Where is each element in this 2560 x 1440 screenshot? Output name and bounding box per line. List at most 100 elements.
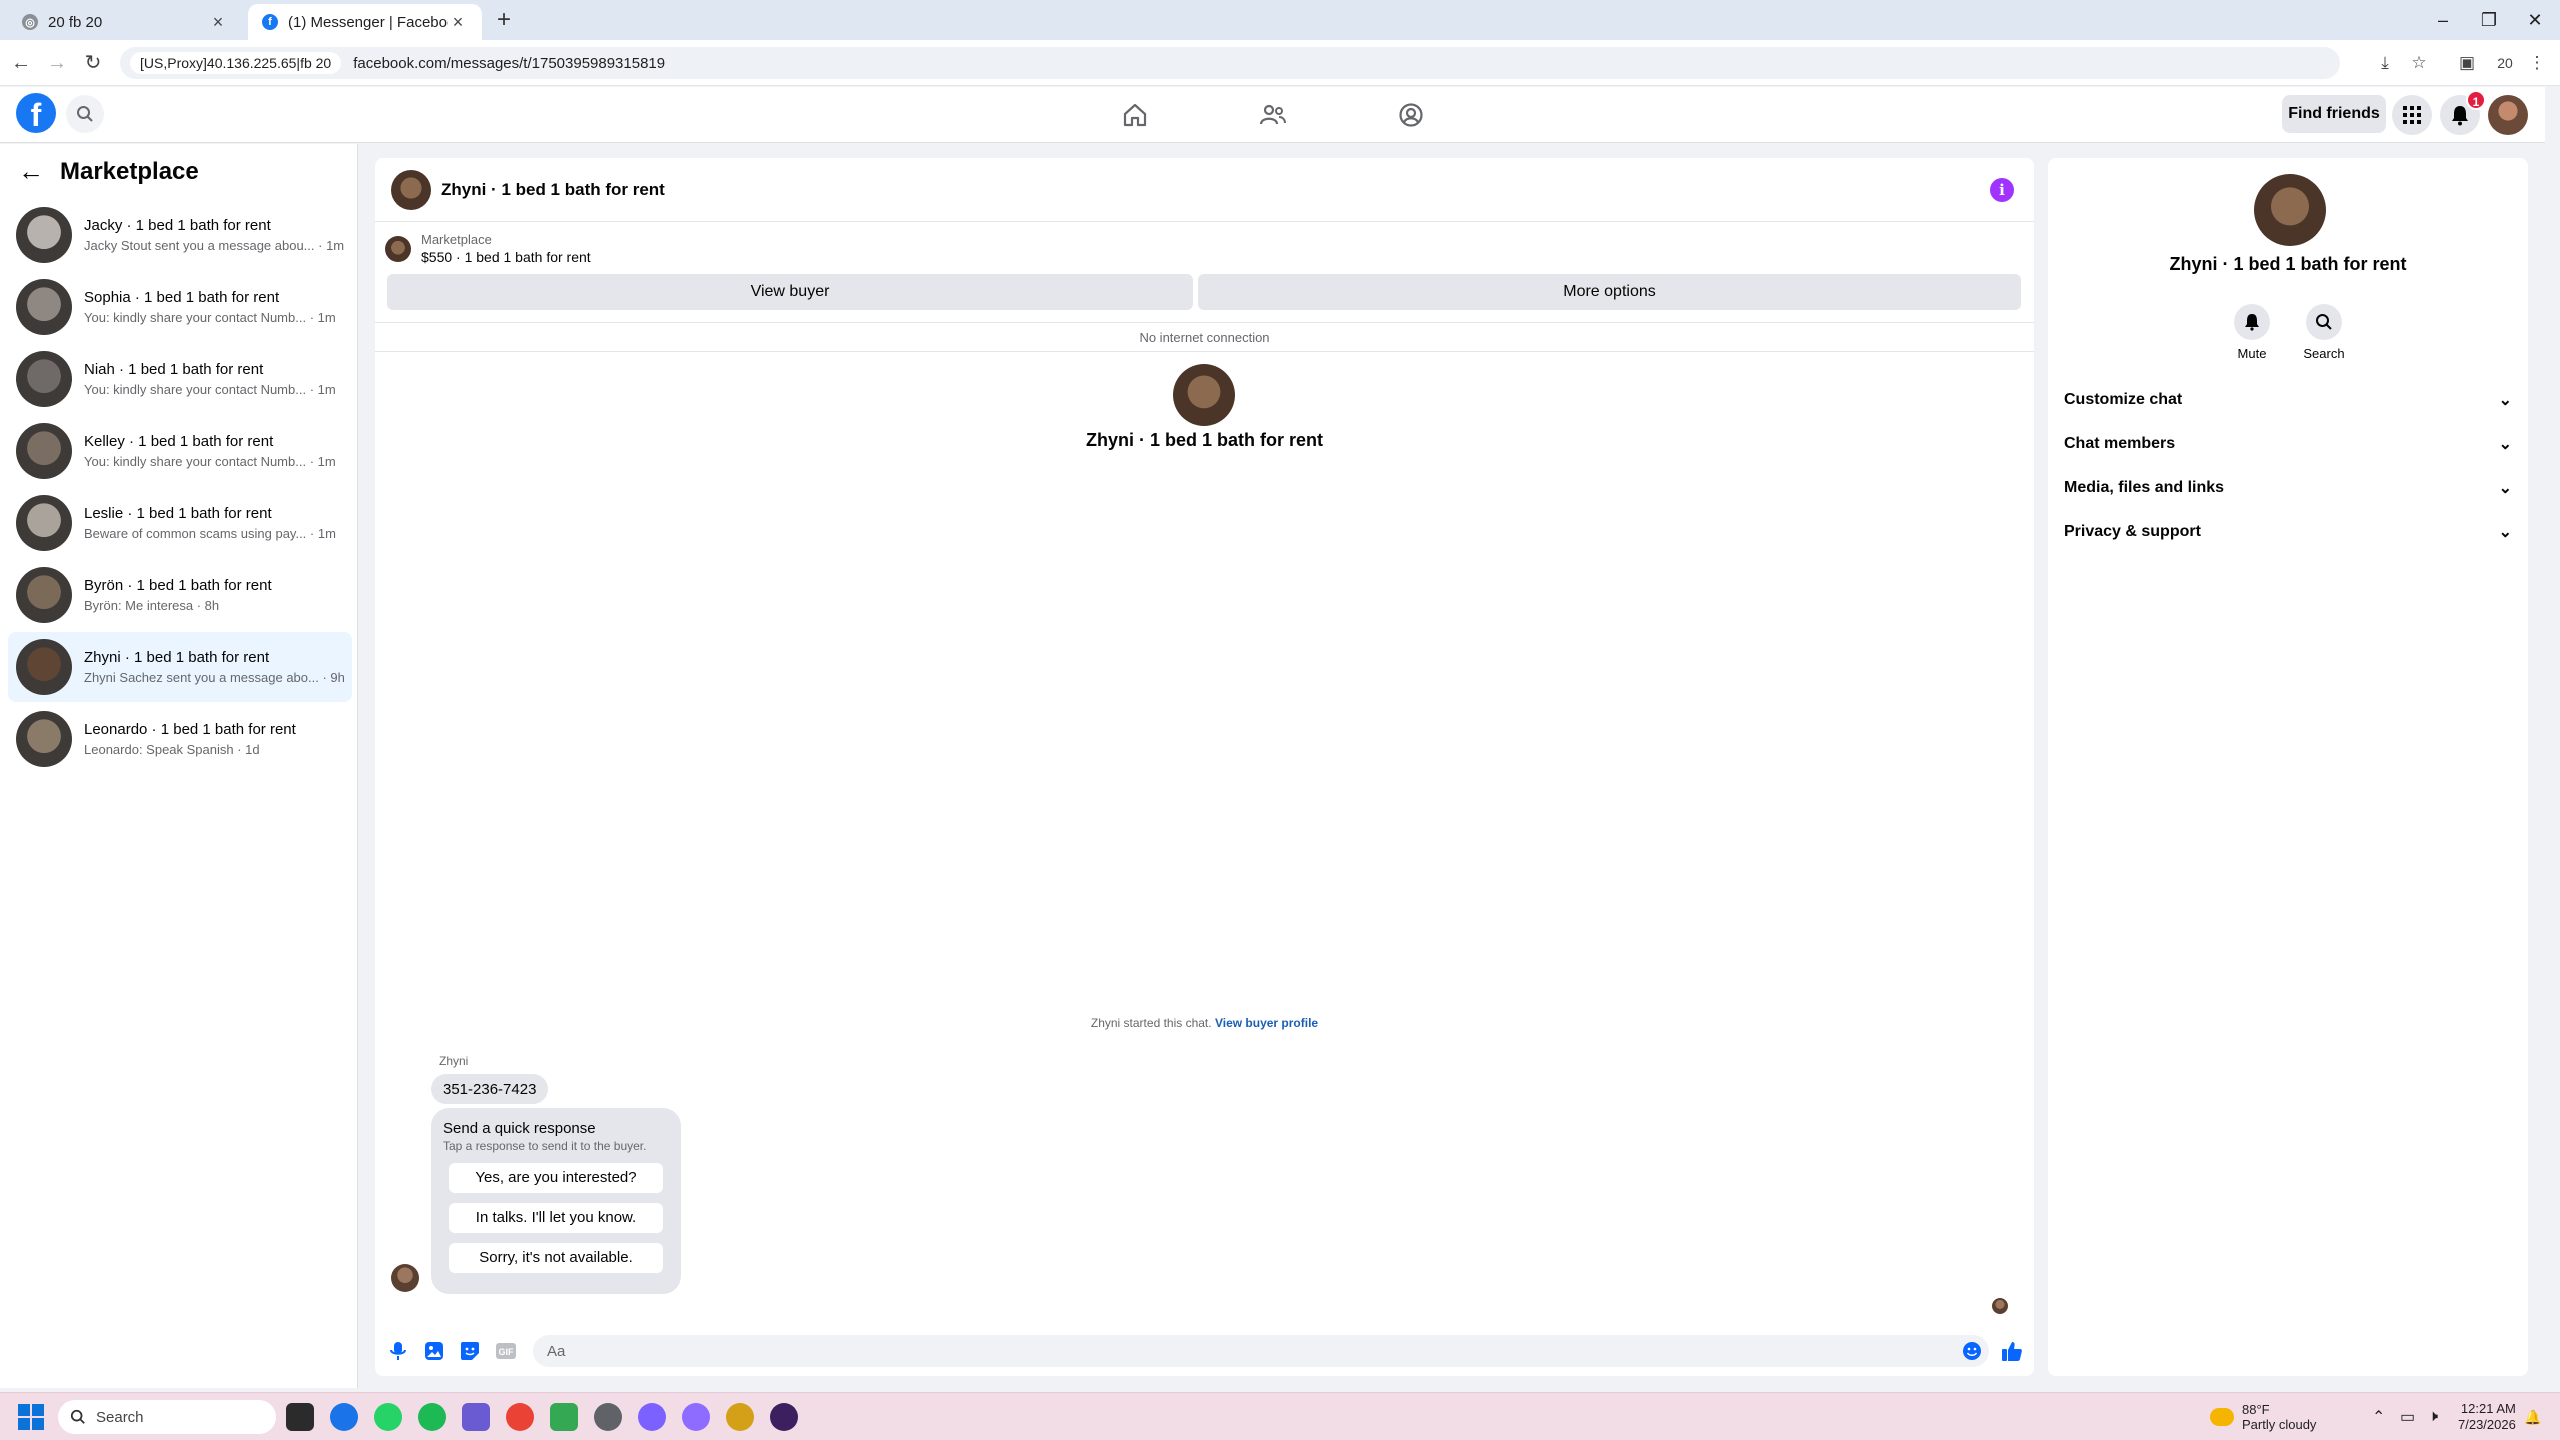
show-hidden-icons-icon[interactable]: ⌃	[2372, 1393, 2385, 1440]
proxy-chip[interactable]: [US,Proxy]40.136.225.65|fb 20	[130, 52, 342, 74]
chat-members-section[interactable]: Chat members ⌄	[2064, 424, 2512, 464]
info-icon[interactable]: i	[1990, 178, 2014, 202]
quick-response-card: Send a quick response Tap a response to …	[431, 1108, 681, 1294]
chat-avatar	[16, 207, 72, 263]
browser-tab[interactable]: ◎ 20 fb 20 ×	[8, 4, 242, 40]
chat-list-item[interactable]: Sophia · 1 bed 1 bath for rent You: kindl…	[8, 272, 352, 342]
media-files-links-section[interactable]: Media, files and links ⌄	[2064, 468, 2512, 508]
chat-list-panel: ← Marketplace Jacky · 1 bed 1 bath for r…	[0, 144, 358, 1388]
chrome-menu-icon[interactable]: ⋮	[2522, 48, 2552, 78]
close-window-icon[interactable]: ✕	[2512, 0, 2558, 40]
chat-list-item[interactable]: Leonardo · 1 bed 1 bath for rent Leonardo…	[8, 704, 352, 774]
whatsapp-app-icon[interactable]	[374, 1403, 402, 1431]
profile-tab[interactable]	[1356, 93, 1466, 137]
more-options-button[interactable]: More options	[1198, 274, 2021, 310]
sticker-icon[interactable]	[457, 1338, 483, 1364]
task-view-icon[interactable]	[286, 1403, 314, 1431]
mute-button[interactable]	[2234, 304, 2270, 340]
facebook-logo[interactable]: f	[16, 93, 56, 133]
chat-list-item[interactable]: Zhyni · 1 bed 1 bath for rent Zhyni Sache…	[8, 632, 352, 702]
microphone-icon[interactable]	[385, 1338, 411, 1364]
message-bubble[interactable]: 351-236-7423	[431, 1074, 549, 1104]
back-arrow-icon[interactable]: ←	[18, 156, 44, 187]
view-buyer-profile-link[interactable]: View buyer profile	[1215, 1016, 1318, 1030]
chat-list-item[interactable]: Byrön · 1 bed 1 bath for rent Byrön: Me i…	[8, 560, 352, 630]
mute-action[interactable]: Mute	[2222, 304, 2282, 361]
privacy-support-section[interactable]: Privacy & support ⌄	[2064, 512, 2512, 552]
menu-button[interactable]	[2392, 95, 2432, 135]
clock[interactable]: 12:21 AM 7/23/2026	[2458, 1393, 2516, 1440]
active-browser-app-icon[interactable]	[770, 1403, 798, 1431]
close-tab-icon[interactable]: ×	[208, 12, 228, 33]
quick-response-option[interactable]: Sorry, it's not available.	[449, 1243, 663, 1273]
quick-response-option[interactable]: In talks. I'll let you know.	[449, 1203, 663, 1233]
volume-muted-icon[interactable]: 🕨	[2428, 1393, 2438, 1440]
find-friends-button[interactable]: Find friends	[2282, 95, 2386, 133]
address-bar[interactable]: [US,Proxy]40.136.225.65|fb 20 facebook.c…	[120, 47, 2340, 79]
quick-response-option[interactable]: Yes, are you interested?	[449, 1163, 663, 1193]
conversation-panel: Zhyni · 1 bed 1 bath for rent i Marketpl…	[375, 158, 2034, 1376]
search-button[interactable]	[66, 95, 104, 133]
network-icon[interactable]: ▭	[2400, 1393, 2415, 1440]
chat-list-item[interactable]: Leslie · 1 bed 1 bath for rent Beware of …	[8, 488, 352, 558]
profile-count[interactable]: 20	[2490, 48, 2520, 78]
sender-avatar[interactable]	[391, 1264, 419, 1292]
chrome-app-icon[interactable]	[330, 1403, 358, 1431]
chat-snippet: Zhyni Sachez sent you a message abo... ·…	[84, 670, 345, 685]
chat-text: Leonardo · 1 bed 1 bath for rent Leonardo…	[84, 721, 296, 757]
browser-profile-app-icon[interactable]	[682, 1403, 710, 1431]
spotify-app-icon[interactable]	[418, 1403, 446, 1431]
windows-start-icon[interactable]	[18, 1404, 44, 1430]
notification-center-icon[interactable]: 🔔	[2524, 1393, 2541, 1440]
app-icon[interactable]	[726, 1403, 754, 1431]
app-icon[interactable]	[462, 1403, 490, 1431]
restore-window-icon[interactable]: ❐	[2466, 0, 2512, 40]
side-panel-icon[interactable]: ▣	[2452, 48, 2482, 78]
browser-profile-app-icon[interactable]	[638, 1403, 666, 1431]
browser-app-icon[interactable]	[506, 1403, 534, 1431]
marketplace-listing[interactable]: Marketplace $550 · 1 bed 1 bath for rent	[385, 232, 591, 265]
section-label: Customize chat	[2064, 391, 2183, 408]
chat-list-item[interactable]: Niah · 1 bed 1 bath for rent You: kindly …	[8, 344, 352, 414]
chat-list-item[interactable]: Jacky · 1 bed 1 bath for rent Jacky Stout…	[8, 200, 352, 270]
friends-tab[interactable]	[1218, 93, 1328, 137]
new-tab-button[interactable]: +	[490, 6, 518, 34]
conversation-title[interactable]: Zhyni · 1 bed 1 bath for rent	[441, 180, 665, 200]
settings-app-icon[interactable]	[594, 1403, 622, 1431]
minimize-window-icon[interactable]: –	[2420, 0, 2466, 40]
chat-info-name: Zhyni · 1 bed 1 bath for rent	[2169, 254, 2407, 274]
chat-name: Niah · 1 bed 1 bath for rent	[84, 361, 264, 378]
view-buyer-button[interactable]: View buyer	[387, 274, 1193, 310]
account-avatar[interactable]	[2488, 95, 2528, 135]
back-arrow-icon[interactable]: ←	[6, 48, 36, 78]
install-app-icon[interactable]: ⤓	[2370, 48, 2400, 78]
chat-snippet: You: kindly share your contact Numb... ·…	[84, 454, 336, 469]
chat-list-item[interactable]: Kelley · 1 bed 1 bath for rent You: kindl…	[8, 416, 352, 486]
message-input[interactable]: Aa	[533, 1335, 1989, 1367]
emoji-icon[interactable]	[1959, 1338, 1985, 1364]
grid-menu-icon	[2403, 106, 2421, 124]
weather-widget[interactable]: 88°F Partly cloudy	[2210, 1393, 2316, 1440]
home-icon	[1123, 103, 1147, 127]
photo-icon[interactable]	[421, 1338, 447, 1364]
chat-info-avatar[interactable]	[2254, 174, 2326, 246]
thumbs-up-icon[interactable]	[1999, 1338, 2025, 1364]
customize-chat-section[interactable]: Customize chat ⌄	[2064, 380, 2512, 420]
chat-snippet: Leonardo: Speak Spanish · 1d	[84, 742, 260, 757]
chevron-down-icon: ⌄	[2498, 392, 2512, 409]
search-icon	[77, 106, 93, 122]
taskbar-search[interactable]: Search	[58, 1400, 276, 1434]
browser-tab-active[interactable]: f (1) Messenger | Facebook ×	[248, 4, 482, 40]
url-text[interactable]: facebook.com/messages/t/1750395989315819	[353, 55, 665, 72]
search-in-chat-button[interactable]	[2306, 304, 2342, 340]
bookmark-star-icon[interactable]: ☆	[2404, 48, 2434, 78]
reload-icon[interactable]: ↻	[78, 48, 108, 78]
conversation-avatar[interactable]	[391, 169, 431, 210]
gif-icon[interactable]: GIF	[493, 1338, 519, 1364]
home-tab[interactable]	[1080, 93, 1190, 137]
close-tab-icon[interactable]: ×	[448, 12, 468, 33]
taskbar-search-placeholder: Search	[96, 1408, 144, 1426]
notes-app-icon[interactable]	[550, 1403, 578, 1431]
search-action[interactable]: Search	[2294, 304, 2354, 361]
forward-arrow-icon[interactable]: →	[42, 48, 72, 78]
